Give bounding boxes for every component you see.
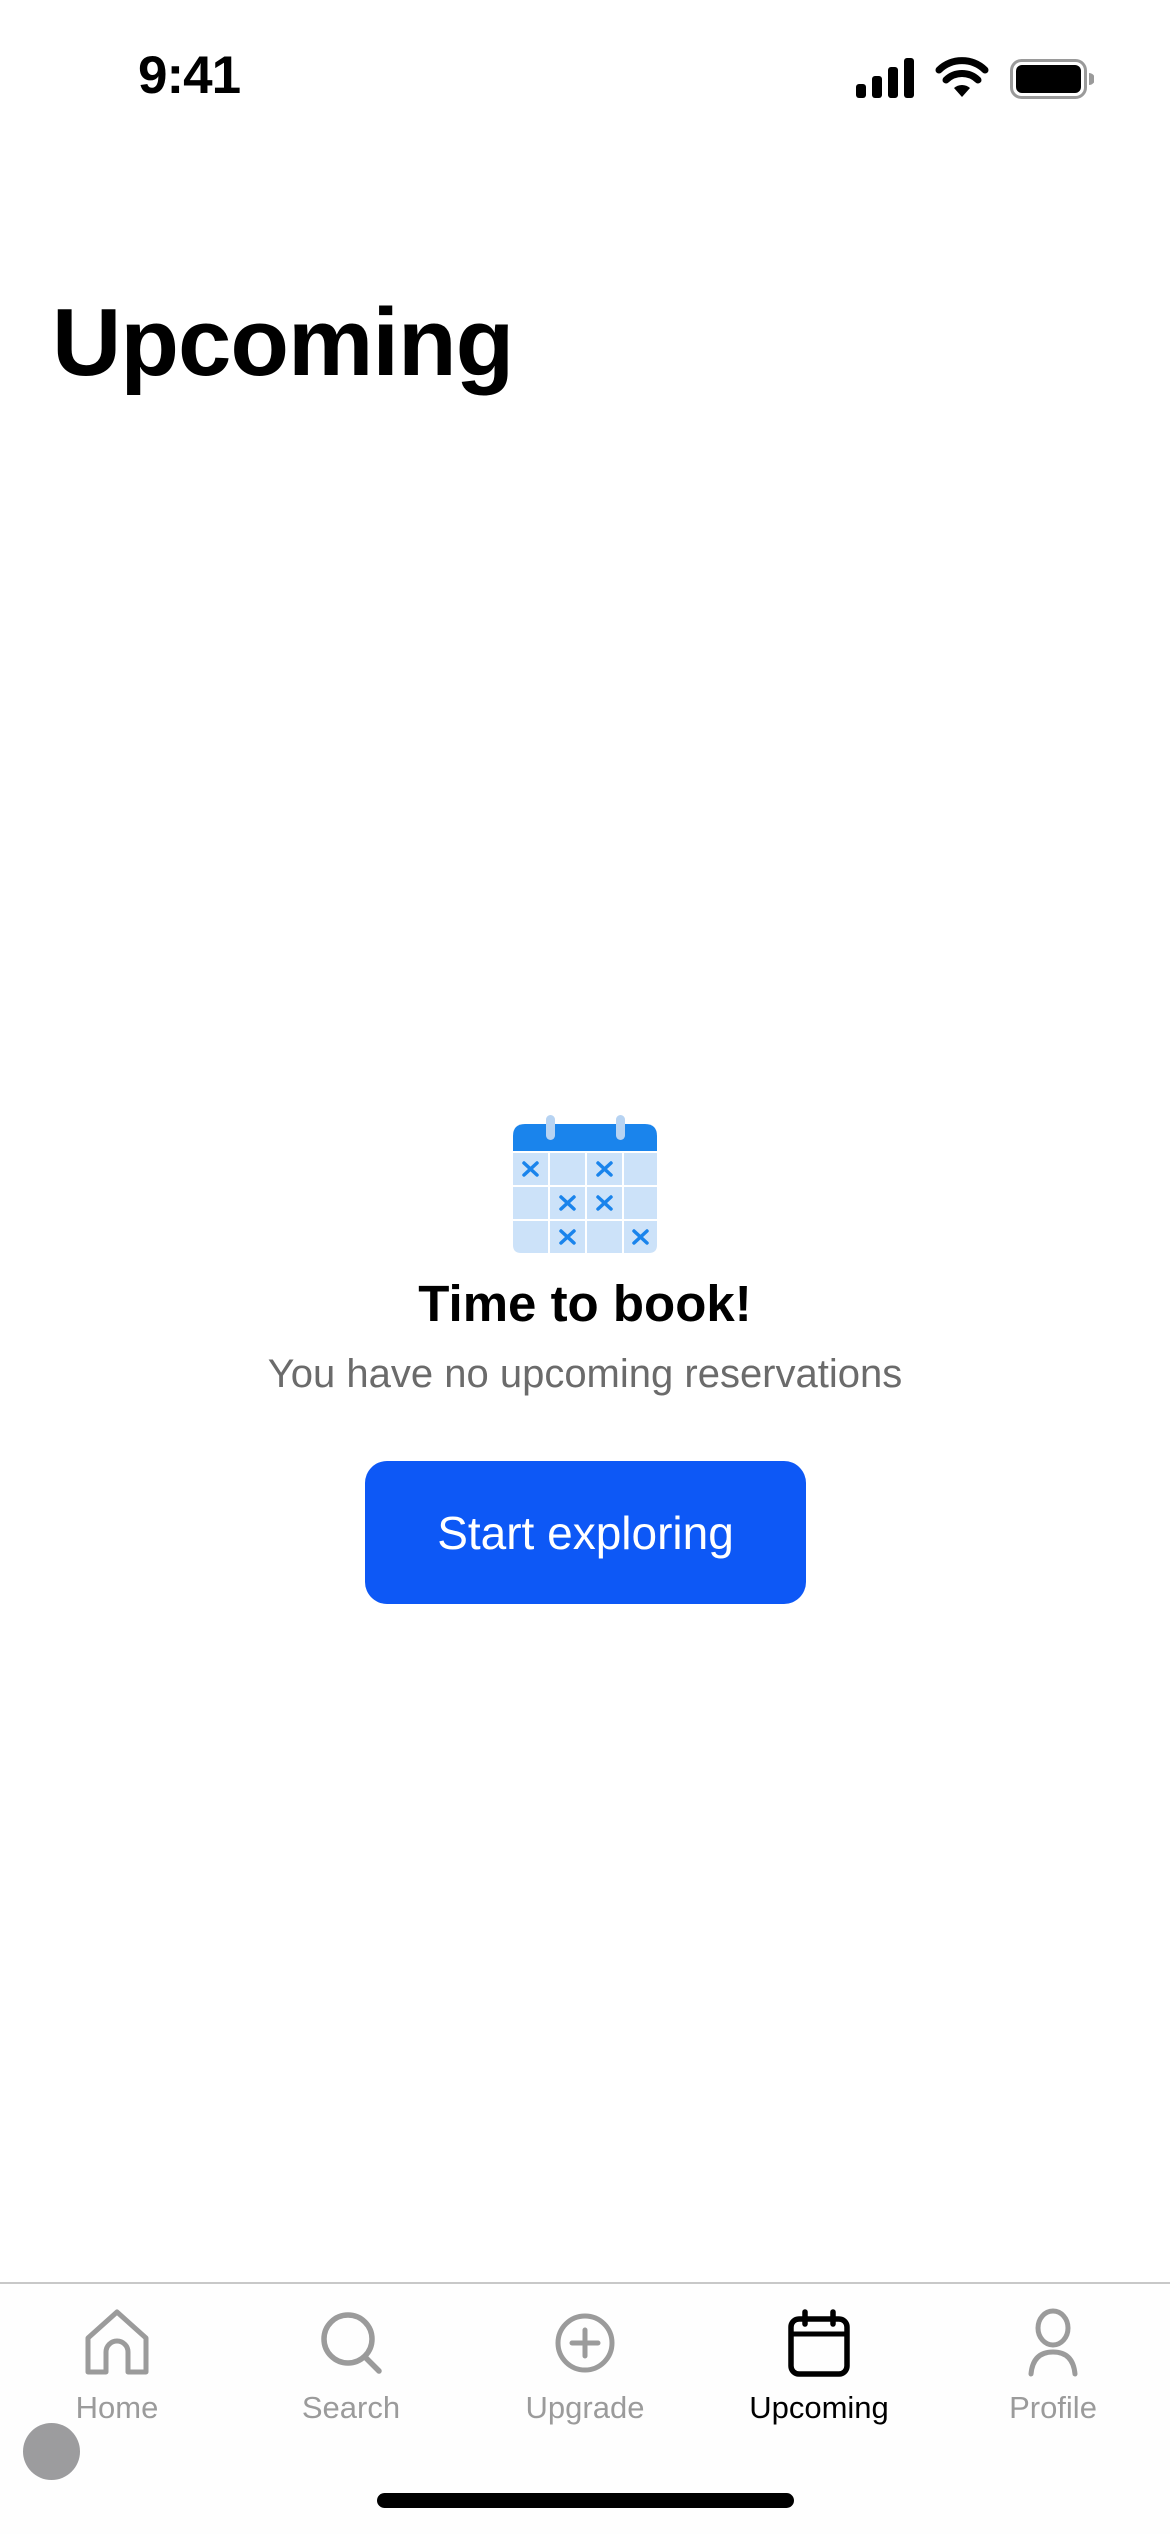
tab-upcoming[interactable]: Upcoming (702, 2284, 936, 2474)
tab-label: Upcoming (749, 2390, 889, 2425)
cellular-signal-icon (856, 58, 914, 98)
empty-state-title: Time to book! (418, 1275, 752, 1332)
home-icon (85, 2309, 149, 2375)
status-time: 9:41 (138, 46, 241, 105)
tab-upgrade[interactable]: Upgrade (468, 2284, 702, 2474)
plus-circle-icon (555, 2313, 615, 2373)
battery-icon (1010, 59, 1094, 99)
calendar-ring-left (546, 1115, 555, 1140)
search-icon (321, 2312, 382, 2374)
person-icon (1028, 2308, 1078, 2377)
status-bar: 9:41 (0, 0, 1170, 150)
calendar-header (513, 1124, 657, 1151)
assistive-touch-button[interactable] (23, 2423, 80, 2480)
page-title: Upcoming (52, 289, 514, 396)
start-exploring-button[interactable]: Start exploring (365, 1461, 806, 1604)
empty-state-subtitle: You have no upcoming reservations (267, 1352, 903, 1396)
home-indicator[interactable] (377, 2493, 794, 2508)
tab-label: Profile (1009, 2390, 1097, 2425)
calendar-icon (788, 2309, 850, 2377)
tab-search[interactable]: Search (234, 2284, 468, 2474)
tab-profile[interactable]: Profile (936, 2284, 1170, 2474)
calendar-with-x-marks-icon (513, 1115, 657, 1253)
calendar-grid (513, 1153, 657, 1253)
tab-label: Upgrade (525, 2390, 645, 2425)
tab-label: Search (301, 2390, 401, 2425)
calendar-ring-right (616, 1115, 625, 1140)
wifi-icon (935, 57, 989, 97)
tab-label: Home (75, 2390, 159, 2425)
